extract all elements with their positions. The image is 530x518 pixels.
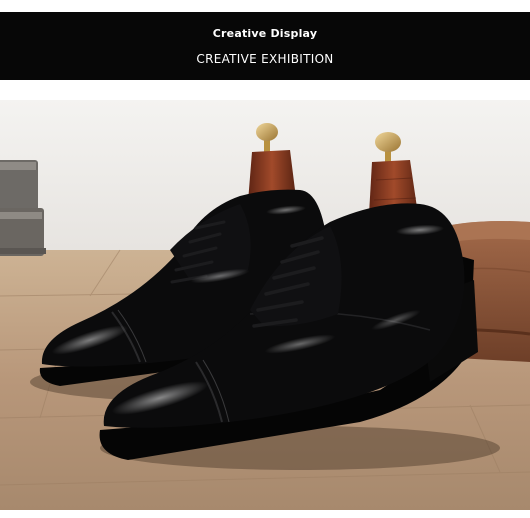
header-title: Creative Display [212, 27, 318, 40]
product-display-page: Creative Display CREATIVE EXHIBITION [0, 0, 530, 518]
header-subtitle: CREATIVE EXHIBITION [196, 52, 334, 66]
header-banner: Creative Display CREATIVE EXHIBITION [0, 12, 530, 80]
product-photo [0, 100, 530, 510]
